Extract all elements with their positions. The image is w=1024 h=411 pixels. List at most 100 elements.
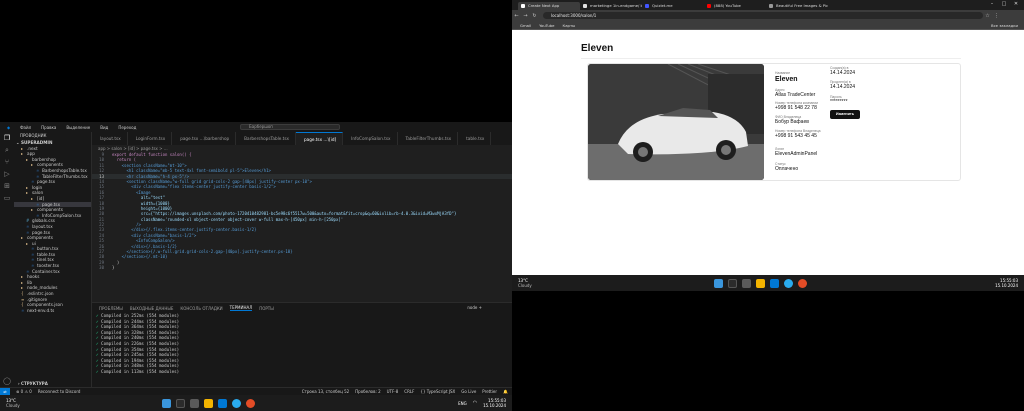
telegram-icon-right[interactable]	[784, 278, 794, 288]
menu-dots-icon[interactable]: ⋮	[992, 13, 1001, 19]
panel-tab[interactable]: ТЕРМИНАЛ	[229, 305, 253, 311]
owner-phone-value: +998 91 543 45 45	[775, 133, 817, 139]
problems-count[interactable]: ⊗ 0 ⚠ 0	[16, 389, 32, 394]
editor-tabs: layout.tsx LoginForm.tsx page.tsx …\barber…	[92, 132, 512, 145]
browser-tab[interactable]: Create Next App	[518, 2, 580, 10]
panel-tab[interactable]: ВЫХОДНЫЕ ДАННЫЕ	[130, 306, 174, 311]
code-text: return (	[112, 157, 137, 163]
search-taskbar-icon[interactable]	[176, 398, 186, 408]
browser-tab[interactable]: Quizlet.me	[642, 2, 704, 10]
file-explorer-icon-right[interactable]	[756, 278, 766, 288]
tree-item-label: salon	[32, 190, 44, 196]
menu-view[interactable]: Вид	[97, 125, 111, 130]
code-text: }	[112, 265, 115, 271]
code-text: <section className="w-full grid grid-col…	[112, 178, 312, 184]
address-value: Atlas TradeCenter	[775, 92, 816, 98]
browser-tab[interactable]: marketinge 1in-endgame/ b...	[580, 2, 642, 10]
extensions-icon[interactable]: ⊞	[0, 180, 14, 192]
source-control-icon[interactable]: ⑂	[0, 156, 14, 168]
weather-widget-right[interactable]: 13°C Cloudy	[518, 278, 532, 288]
clock[interactable]: 15:55:03 15.10.2024	[483, 398, 506, 408]
weather-widget[interactable]: 13°C Cloudy	[6, 398, 20, 408]
wifi-icon[interactable]: ◠	[473, 400, 477, 406]
tree-item-label: page.tsx	[37, 179, 56, 185]
code-line[interactable]: 30}	[92, 265, 512, 270]
search-icon[interactable]: ⌕	[0, 144, 14, 156]
editor-tab[interactable]: page.tsx …\[id]	[296, 132, 344, 145]
browser-tab[interactable]: Beautiful Free Images & Pictu...	[766, 2, 828, 10]
cursor-position[interactable]: Строка 13, столбец 52	[302, 389, 349, 394]
code-editor[interactable]: 9 export default function salon() {10 ret…	[92, 152, 512, 302]
telegram-icon[interactable]	[232, 398, 242, 408]
maximize-icon[interactable]: □	[998, 1, 1010, 7]
menu-selection[interactable]: Выделение	[63, 125, 93, 130]
clock-right[interactable]: 15:55:03 15.10.2024	[995, 278, 1018, 288]
run-debug-icon[interactable]: ▷	[0, 168, 14, 180]
indentation[interactable]: Пробелов: 2	[355, 389, 380, 394]
browser-window: Create Next App marketinge 1in-endgame/ b…	[512, 0, 1024, 275]
browser-tabbar: Create Next App marketinge 1in-endgame/ b…	[512, 0, 1024, 10]
go-live[interactable]: Go Live	[461, 389, 476, 394]
panel-tab[interactable]: КОНСОЛЬ ОТЛАДКИ	[180, 306, 222, 311]
editor-tab[interactable]: TableFilterThumbs.tsx	[398, 132, 459, 145]
bookmark-maps[interactable]: Карты	[563, 23, 576, 28]
editor-tab[interactable]: InfoCompSalon.tsx	[343, 132, 398, 145]
bookmark-gmail[interactable]: Gmail	[520, 23, 531, 28]
menu-edit[interactable]: Правка	[38, 125, 59, 130]
browser-tab[interactable]: (888) YouTube	[704, 2, 766, 10]
menu-file[interactable]: Файл	[17, 125, 34, 130]
all-bookmarks[interactable]: Все закладки	[991, 23, 1018, 28]
task-view-icon-right[interactable]	[742, 278, 752, 288]
vscode-taskbar-icon-right[interactable]	[770, 278, 780, 288]
editor-tab[interactable]: table.tsx	[458, 132, 492, 145]
chrome-icon[interactable]	[246, 398, 256, 408]
tree-item-label: .gitignore	[27, 296, 48, 302]
code-text: width={1000}	[112, 200, 170, 206]
vscode-taskbar-icon[interactable]	[218, 398, 228, 408]
chrome-icon-right[interactable]	[798, 278, 808, 288]
encoding[interactable]: UTF-8	[387, 389, 399, 394]
code-text: />	[112, 222, 141, 228]
terminal-shell-label[interactable]: node +	[467, 305, 482, 310]
tree-item[interactable]: ⚛ next-env.d.ts	[14, 308, 91, 314]
browser-tab-label: Beautiful Free Images & Pictu...	[776, 3, 828, 8]
created-value: 14.14.2024	[830, 70, 856, 76]
explorer-icon[interactable]: ❐	[0, 132, 14, 144]
forward-icon[interactable]: →	[521, 13, 530, 19]
close-icon[interactable]: ✕	[1010, 1, 1022, 7]
bookmark-youtube[interactable]: YouTube	[539, 23, 554, 28]
line-ending[interactable]: CRLF	[404, 389, 414, 394]
account-icon[interactable]: ◯	[0, 375, 14, 387]
menu-go[interactable]: Переход	[115, 125, 139, 130]
panel-tab[interactable]: ПРОБЛЕМЫ	[99, 306, 123, 311]
search-taskbar-icon-right[interactable]	[728, 278, 738, 288]
discord-status[interactable]: Reconnect to Discord	[38, 389, 81, 394]
panel-tab[interactable]: ПОРТЫ	[259, 306, 274, 311]
editor-tab[interactable]: LoginForm.tsx	[128, 132, 173, 145]
folder-icon: ▸	[31, 162, 34, 168]
task-view-icon[interactable]	[190, 398, 200, 408]
minimize-icon[interactable]: –	[986, 1, 998, 7]
editor-tab[interactable]: page.tsx …\barbershop	[172, 132, 237, 145]
address-bar[interactable]: localhost:3000/salon/1	[543, 12, 983, 19]
clock-date: 15.10.2024	[483, 403, 506, 408]
prettier[interactable]: Prettier	[482, 389, 497, 394]
language-indicator[interactable]: ENG	[458, 401, 467, 406]
notifications-icon[interactable]: 🔔	[503, 389, 508, 394]
remote-explorer-icon[interactable]: ▭	[0, 192, 14, 204]
breadcrumb[interactable]: app > salon > [id] > page.tsx > ...	[92, 145, 512, 152]
command-center-search[interactable]: Барбершоп	[240, 124, 340, 130]
start-icon[interactable]	[162, 398, 172, 408]
reload-icon[interactable]: ↻	[530, 13, 539, 19]
bookmark-star-icon[interactable]: ☆	[983, 13, 992, 19]
edit-button[interactable]: Изменить	[830, 110, 860, 119]
terminal-output[interactable]: ✓ Compiled in 252ms (554 modules) ✓ Compi…	[92, 313, 512, 375]
editor-tab[interactable]: BarbershopsTable.tsx	[236, 132, 296, 145]
editor-tab[interactable]: layout.tsx	[92, 132, 128, 145]
tree-item-label: globals.css	[32, 218, 55, 224]
language-mode[interactable]: {} TypeScript JSX	[420, 389, 455, 394]
panel-tabs: ПРОБЛЕМЫ ВЫХОДНЫЕ ДАННЫЕ КОНСОЛЬ ОТЛАДКИ ТЕ…	[92, 303, 512, 313]
file-explorer-icon[interactable]	[204, 398, 214, 408]
back-icon[interactable]: ←	[512, 13, 521, 19]
start-icon-right[interactable]	[714, 278, 724, 288]
